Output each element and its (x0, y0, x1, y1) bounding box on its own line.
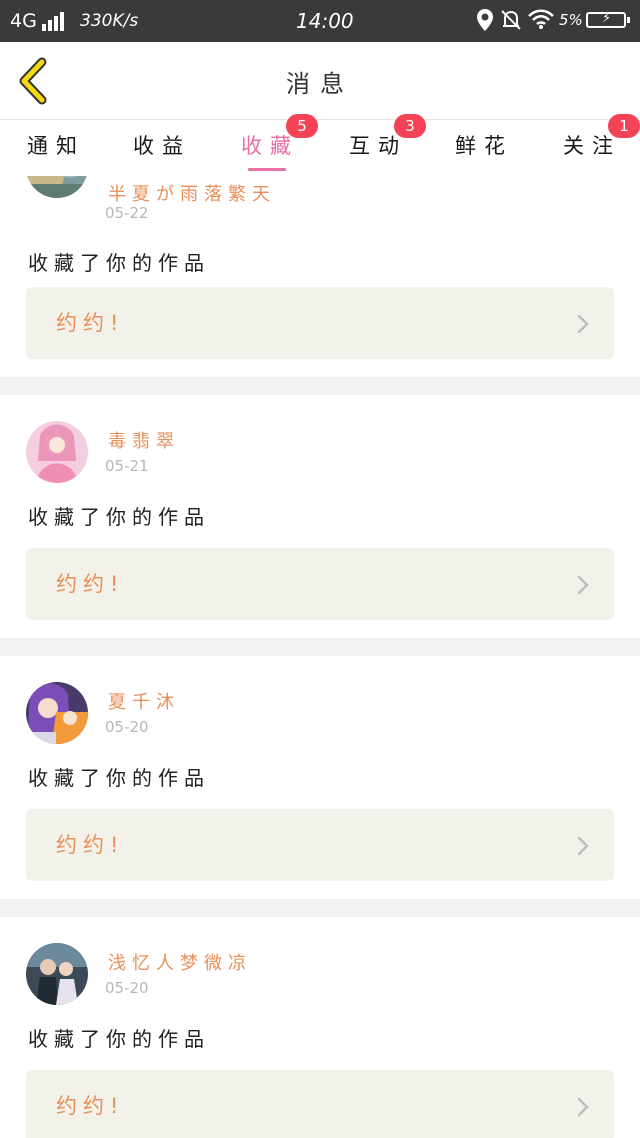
message-text: 收藏了你的作品 (28, 505, 210, 529)
quoted-work[interactable]: 约约! (26, 548, 614, 620)
username[interactable]: 半夏が雨落繁天 (108, 180, 276, 206)
network-type: 4G (10, 10, 37, 32)
following-badge: 1 (608, 114, 640, 138)
quoted-work[interactable]: 约约! (26, 287, 614, 359)
wifi-icon (528, 9, 554, 29)
username[interactable]: 夏千沐 (108, 688, 180, 714)
active-tab-indicator (248, 168, 286, 171)
battery-icon: ⚡ (586, 11, 630, 28)
message-date: 05-21 (105, 457, 149, 475)
chevron-right-icon (577, 836, 589, 856)
quoted-work-title: 约约! (56, 1094, 125, 1118)
message-text: 收藏了你的作品 (28, 251, 210, 275)
quoted-work-title: 约约! (56, 311, 125, 335)
chevron-right-icon (577, 575, 589, 595)
avatar[interactable] (26, 176, 88, 198)
avatar[interactable] (26, 421, 88, 483)
quoted-work[interactable]: 约约! (26, 1070, 614, 1138)
page-title: 消息 (286, 70, 354, 98)
username[interactable]: 浅忆人梦微凉 (108, 949, 252, 975)
tab-notifications[interactable]: 通知 (16, 130, 96, 170)
favorites-badge: 5 (286, 114, 318, 138)
message-list[interactable]: 半夏が雨落繁天 05-22 收藏了你的作品 约约! 毒翡翠 05-21 收藏了你… (0, 176, 640, 1138)
location-icon (477, 9, 493, 31)
message-text: 收藏了你的作品 (28, 1027, 210, 1051)
message-date: 05-20 (105, 979, 149, 997)
quoted-work[interactable]: 约约! (26, 809, 614, 881)
tab-bar: 通知 收益 收藏 5 互动 3 鲜花 关注 1 (0, 114, 640, 176)
list-item: 夏千沐 05-20 收藏了你的作品 约约! (0, 656, 640, 899)
quoted-work-title: 约约! (56, 833, 125, 857)
message-date: 05-22 (105, 204, 149, 222)
avatar[interactable] (26, 682, 88, 744)
message-date: 05-20 (105, 718, 149, 736)
battery-percent: 5% (559, 11, 583, 29)
chevron-right-icon (577, 314, 589, 334)
app-header: 消息 (0, 42, 640, 120)
signal-icon (42, 11, 68, 31)
tab-flowers[interactable]: 鲜花 (444, 130, 524, 170)
network-speed: 330K/s (80, 11, 139, 31)
avatar[interactable] (26, 943, 88, 1005)
mute-bell-icon (501, 10, 521, 30)
list-item: 半夏が雨落繁天 05-22 收藏了你的作品 约约! (0, 176, 640, 377)
chevron-right-icon (577, 1097, 589, 1117)
message-text: 收藏了你的作品 (28, 766, 210, 790)
clock: 14:00 (296, 9, 354, 33)
interactions-badge: 3 (394, 114, 426, 138)
quoted-work-title: 约约! (56, 572, 125, 596)
username[interactable]: 毒翡翠 (108, 427, 180, 453)
list-item: 毒翡翠 05-21 收藏了你的作品 约约! (0, 395, 640, 638)
tab-earnings[interactable]: 收益 (122, 130, 202, 170)
status-bar: 4G 330K/s 14:00 5% ⚡ (0, 0, 640, 42)
list-item: 浅忆人梦微凉 05-20 收藏了你的作品 约约! (0, 917, 640, 1138)
